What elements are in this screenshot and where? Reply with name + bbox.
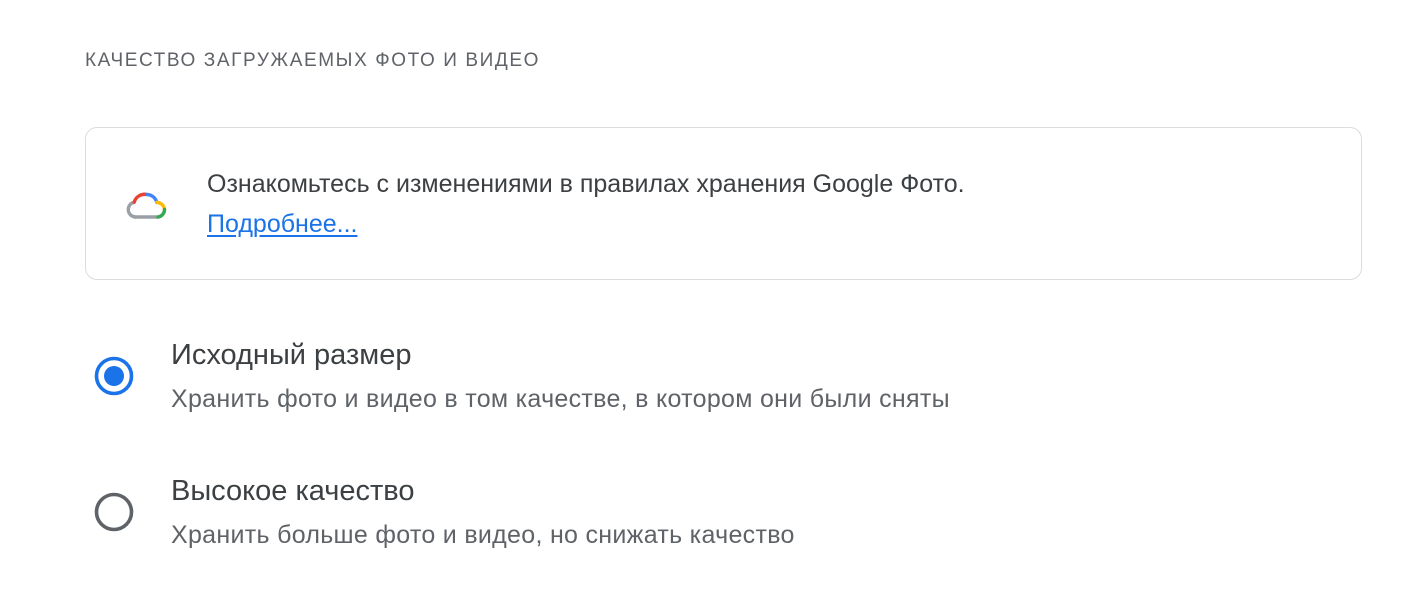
option-title: Высокое качество [171,475,415,507]
option-high-quality[interactable]: Высокое качество Хранить больше фото и в… [85,466,1185,576]
radio-selected-icon[interactable] [94,356,134,396]
option-description: Хранить больше фото и видео, но снижать … [171,521,795,549]
option-description: Хранить фото и видео в том качестве, в к… [171,385,950,413]
option-title: Исходный размер [171,339,412,371]
notice-text: Ознакомьтесь с изменениями в правилах хр… [207,170,965,198]
storage-policy-notice: Ознакомьтесь с изменениями в правилах хр… [85,127,1362,280]
radio-unselected-icon[interactable] [94,492,134,532]
section-title: КАЧЕСТВО ЗАГРУЖАЕМЫХ ФОТО И ВИДЕО [85,50,541,71]
google-cloud-icon [126,192,167,219]
learn-more-link[interactable]: Подробнее... [207,210,358,239]
option-original-quality[interactable]: Исходный размер Хранить фото и видео в т… [85,330,1185,440]
